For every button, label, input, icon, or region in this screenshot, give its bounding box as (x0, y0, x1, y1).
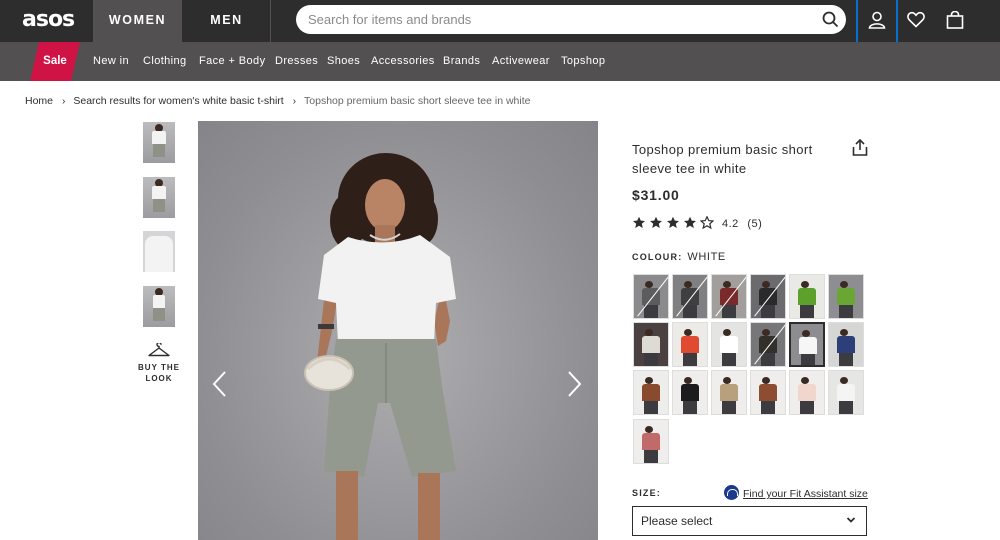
colour-swatch[interactable] (633, 419, 669, 464)
size-label: SIZE: (632, 488, 662, 498)
product-title: Topshop premium basic short sleeve tee i… (632, 142, 813, 176)
model-photo (304, 153, 456, 540)
rating-value: 4.2 (722, 218, 739, 230)
nav-item-topshop[interactable]: Topshop (561, 42, 605, 81)
search-icon[interactable] (822, 11, 839, 28)
colour-swatch[interactable] (633, 274, 669, 319)
nav-item-accessories[interactable]: Accessories (371, 42, 435, 81)
colour-swatch[interactable] (711, 370, 747, 415)
colour-value: WHITE (687, 251, 726, 263)
tab-women[interactable]: WOMEN (93, 0, 182, 42)
fit-assistant-link[interactable]: Find your Fit Assistant size (724, 485, 868, 500)
nav-item-shoes[interactable]: Shoes (327, 42, 360, 81)
breadcrumb-home[interactable]: Home (25, 95, 53, 107)
search-input[interactable] (308, 10, 798, 29)
star-filled-icon (650, 216, 662, 228)
size-select[interactable]: Please select (632, 506, 867, 536)
colour-swatch[interactable] (633, 322, 669, 367)
star-filled-icon (684, 216, 696, 228)
product-rating[interactable]: 4.2 (5) (632, 216, 762, 230)
colour-swatch[interactable] (789, 370, 825, 415)
colour-swatch[interactable] (750, 274, 786, 319)
nav-item-clothing[interactable]: Clothing (143, 42, 187, 81)
colour-swatch[interactable] (828, 370, 864, 415)
nav-item-new-in[interactable]: New in (93, 42, 129, 81)
chevron-down-icon (846, 517, 856, 523)
colour-swatch[interactable] (750, 370, 786, 415)
colour-swatch[interactable] (750, 322, 786, 367)
colour-swatch[interactable] (711, 322, 747, 367)
hanger-icon (148, 343, 170, 357)
colour-swatch[interactable] (789, 322, 825, 367)
colour-swatch[interactable] (633, 370, 669, 415)
category-nav: Sale New in Clothing Face + Body Dresses… (0, 42, 1000, 81)
breadcrumb-separator: › (62, 96, 66, 107)
colour-swatch[interactable] (672, 322, 708, 367)
review-count: (5) (747, 218, 763, 230)
rating-stars (632, 216, 717, 230)
breadcrumb-separator: › (292, 96, 297, 107)
account-icon (868, 11, 886, 29)
product-main-image (198, 121, 598, 540)
star-filled-icon (633, 216, 645, 228)
colour-swatch[interactable] (672, 370, 708, 415)
gallery-thumbnail-1[interactable] (143, 122, 175, 163)
colour-swatch[interactable] (828, 322, 864, 367)
breadcrumb-current: Topshop premium basic short sleeve tee i… (304, 95, 531, 107)
nav-item-activewear[interactable]: Activewear (492, 42, 550, 81)
colour-swatch[interactable] (828, 274, 864, 319)
colour-label: COLOUR: (632, 252, 683, 262)
gallery-thumbnail-4[interactable] (143, 286, 175, 327)
buy-the-look-link[interactable]: BUY THE LOOK (136, 343, 182, 384)
nav-item-face-body[interactable]: Face + Body (199, 42, 265, 81)
buy-the-look-label: BUY THE LOOK (138, 363, 180, 383)
size-select-value: Please select (641, 514, 713, 528)
breadcrumb-search-results[interactable]: Search results for women's white basic t… (73, 95, 283, 107)
heart-icon[interactable] (907, 11, 925, 28)
gallery-next-arrow[interactable] (564, 369, 584, 399)
colour-swatch[interactable] (789, 274, 825, 319)
gallery-prev-arrow[interactable] (210, 369, 230, 399)
search-bar (296, 5, 846, 34)
bag-icon[interactable] (946, 11, 964, 29)
fit-assistant-icon (724, 485, 739, 500)
colour-indicator: COLOUR: WHITE (632, 251, 726, 263)
gallery-thumbnail-2[interactable] (143, 177, 175, 218)
share-icon[interactable] (852, 139, 868, 156)
colour-swatch[interactable] (672, 274, 708, 319)
star-empty-icon (700, 216, 714, 229)
nav-item-sale[interactable]: Sale (30, 42, 80, 81)
product-price: $31.00 (632, 187, 680, 203)
star-filled-icon (667, 216, 679, 228)
nav-item-brands[interactable]: Brands (443, 42, 480, 81)
top-header: asos WOMEN MEN (0, 0, 1000, 54)
nav-item-dresses[interactable]: Dresses (275, 42, 318, 81)
asos-logo[interactable]: asos (22, 7, 75, 32)
tab-men[interactable]: MEN (183, 0, 271, 42)
fit-assistant-label: Find your Fit Assistant size (743, 488, 868, 500)
gallery-thumbnail-3[interactable] (143, 231, 175, 272)
colour-swatch[interactable] (711, 274, 747, 319)
breadcrumb: Home › Search results for women's white ba… (25, 95, 530, 107)
